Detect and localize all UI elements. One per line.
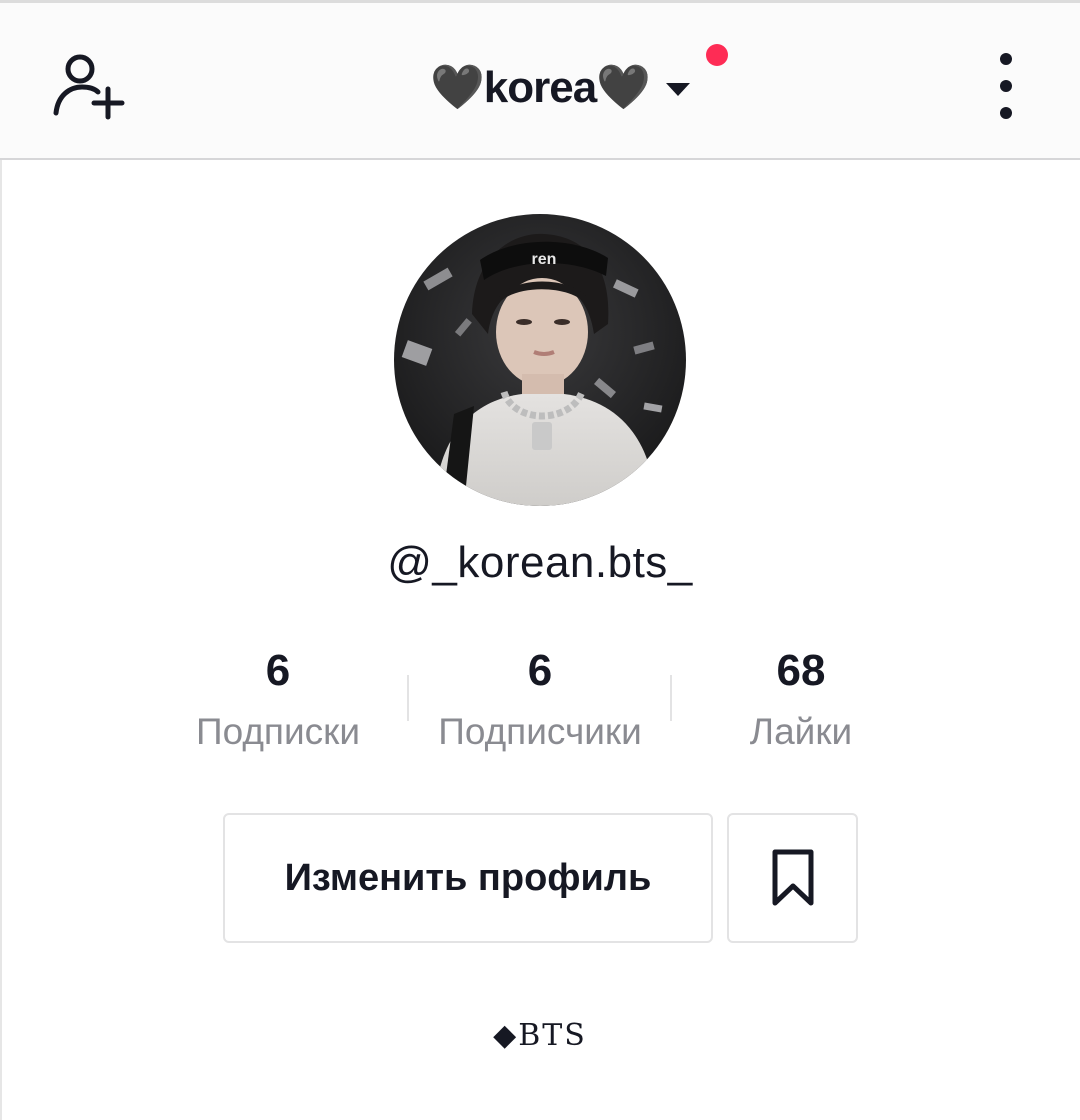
favorites-button[interactable]: [727, 813, 858, 943]
bookmark-icon: [772, 849, 813, 906]
caret-down-icon: [665, 82, 690, 96]
likes-count: 68: [776, 646, 826, 695]
more-vertical-icon: [1000, 80, 1012, 92]
username: @_korean.bts_: [387, 538, 693, 587]
more-vertical-icon: [1000, 107, 1012, 119]
stat-following[interactable]: 6 Подписки: [178, 643, 378, 755]
top-bar: 🖤korea🖤: [0, 3, 1080, 160]
stat-followers[interactable]: 6 Подписчики: [420, 643, 660, 755]
stat-divider: [407, 675, 409, 721]
add-user-icon: [53, 54, 125, 120]
account-switcher[interactable]: 🖤korea🖤: [400, 47, 720, 127]
avatar-image: ren: [394, 214, 686, 506]
followers-count: 6: [527, 646, 553, 695]
followers-label: Подписчики: [438, 711, 642, 752]
avatar[interactable]: ren: [394, 214, 686, 506]
profile-screen: 🖤korea🖤 ren @_korean.bts_ 6 Подписки 6 П…: [0, 0, 1080, 1120]
more-options-button[interactable]: [982, 53, 1030, 119]
notification-dot: [706, 44, 728, 66]
account-title: 🖤korea🖤: [430, 63, 651, 112]
stat-divider: [670, 675, 672, 721]
likes-label: Лайки: [749, 711, 853, 752]
bio-text: ◆BTS: [493, 1018, 587, 1053]
add-user-button[interactable]: [50, 51, 130, 121]
stat-likes[interactable]: 68 Лайки: [720, 643, 882, 755]
following-count: 6: [265, 646, 291, 695]
following-label: Подписки: [195, 711, 360, 752]
left-edge-divider: [0, 160, 2, 1120]
edit-profile-button[interactable]: Изменить профиль: [223, 813, 713, 943]
svg-text:ren: ren: [532, 251, 557, 268]
more-vertical-icon: [1000, 53, 1012, 65]
